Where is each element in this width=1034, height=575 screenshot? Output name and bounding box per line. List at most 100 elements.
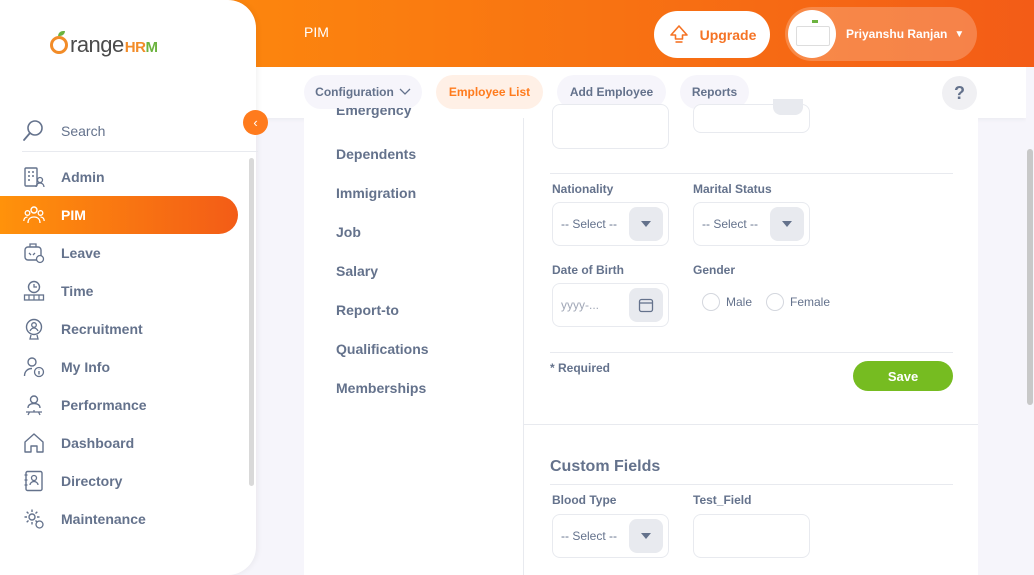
section-divider — [524, 424, 978, 425]
directory-icon — [22, 469, 46, 493]
nationality-label: Nationality — [552, 182, 614, 196]
performance-icon — [22, 393, 46, 417]
caret-down-icon — [641, 533, 651, 539]
search-label: Search — [61, 122, 106, 139]
sidebar-item-label: Dashboard — [61, 435, 135, 451]
sidebar-search[interactable]: Search — [22, 110, 258, 152]
date-of-birth-input[interactable]: yyyy-... — [552, 283, 669, 327]
sidebar-item-label: Maintenance — [61, 511, 146, 527]
avatar — [788, 10, 836, 58]
test-field-label: Test_Field — [693, 493, 752, 507]
search-icon — [23, 119, 43, 141]
custom-fields-title: Custom Fields — [550, 458, 661, 475]
sidebar-item-label: PIM — [61, 207, 86, 223]
help-button[interactable]: ? — [942, 76, 977, 110]
logo-hr: HR — [124, 39, 146, 56]
menu-item-immigration[interactable]: Immigration — [336, 185, 416, 201]
marital-status-label: Marital Status — [693, 182, 772, 196]
upgrade-button[interactable]: Upgrade — [654, 11, 770, 58]
blood-type-select[interactable]: -- Select -- — [552, 514, 669, 558]
leave-icon — [22, 241, 46, 265]
logo-m: M — [145, 39, 158, 56]
gender-female-radio[interactable]: Female — [766, 293, 830, 311]
sidebar-item-leave[interactable]: Leave — [0, 234, 256, 272]
sidebar-item-performance[interactable]: Performance — [0, 386, 256, 424]
gender-female-label: Female — [790, 295, 831, 309]
nationality-value: -- Select -- — [561, 217, 618, 231]
sidebar-nav: Admin PIM Leave Time Recruitment My Info… — [0, 158, 256, 538]
employee-section-menu: Emergency Contacts Dependents Immigratio… — [304, 108, 524, 575]
sidebar-item-admin[interactable]: Admin — [0, 158, 256, 196]
gender-male-label: Male — [726, 295, 753, 309]
sidebar-item-label: Recruitment — [61, 321, 143, 337]
blood-type-label: Blood Type — [552, 493, 617, 507]
sidebar-item-label: Admin — [61, 169, 105, 185]
radio-circle[interactable] — [702, 293, 720, 311]
dropdown-button[interactable] — [770, 207, 804, 241]
marital-status-value: -- Select -- — [702, 217, 759, 231]
menu-item-memberships[interactable]: Memberships — [336, 380, 426, 396]
dropdown-button[interactable] — [629, 207, 663, 241]
sidebar-collapse-button[interactable]: ‹ — [243, 110, 268, 135]
sidebar-item-directory[interactable]: Directory — [0, 462, 256, 500]
menu-item-salary[interactable]: Salary — [336, 263, 378, 279]
menu-item-qualifications[interactable]: Qualifications — [336, 341, 429, 357]
chevron-down-icon — [399, 88, 411, 95]
chevron-left-icon: ‹ — [253, 115, 258, 130]
required-note: * Required — [550, 361, 611, 375]
main-scrollbar[interactable] — [1026, 67, 1034, 575]
help-icon: ? — [954, 82, 965, 103]
calendar-icon — [638, 298, 654, 313]
tab-configuration[interactable]: Configuration — [304, 75, 422, 109]
menu-item-dependents[interactable]: Dependents — [336, 146, 416, 162]
menu-item-emergency-contacts[interactable]: Emergency Contacts — [336, 108, 416, 120]
upgrade-icon — [669, 24, 688, 43]
sidebar-item-label: My Info — [61, 359, 110, 375]
scrollbar-thumb[interactable] — [1027, 149, 1033, 405]
personal-details-form: Nationality -- Select -- Marital Status … — [524, 99, 978, 575]
divider — [550, 173, 953, 174]
chevron-down-icon: ▼ — [954, 28, 965, 40]
caret-down-icon — [782, 221, 792, 227]
save-button[interactable]: Save — [853, 361, 953, 391]
menu-item-job[interactable]: Job — [336, 224, 361, 240]
sidebar-scrollbar[interactable] — [249, 158, 254, 486]
orangehrm-logo[interactable]: range HRM — [50, 31, 158, 58]
radio-circle[interactable] — [766, 293, 784, 311]
user-name: Priyanshu Ranjan — [846, 27, 948, 41]
sidebar-item-my-info[interactable]: My Info — [0, 348, 256, 386]
sidebar-item-pim[interactable]: PIM — [0, 196, 238, 234]
sidebar-item-dashboard[interactable]: Dashboard — [0, 424, 256, 462]
gender-male-radio[interactable]: Male — [702, 293, 752, 311]
dropdown-button[interactable] — [629, 519, 663, 553]
partial-input-1[interactable] — [552, 104, 669, 149]
employee-details-card: Emergency Contacts Dependents Immigratio… — [304, 99, 978, 575]
dashboard-icon — [22, 431, 46, 455]
user-dropdown[interactable]: Priyanshu Ranjan ▼ — [785, 7, 977, 61]
maintenance-icon — [22, 507, 46, 531]
tab-label: Employee List — [448, 85, 531, 99]
caret-down-icon — [641, 221, 651, 227]
marital-status-select[interactable]: -- Select -- — [693, 202, 810, 246]
menu-item-report-to[interactable]: Report-to — [336, 302, 399, 318]
tab-label: Configuration — [315, 85, 394, 99]
admin-icon — [22, 165, 46, 189]
pim-icon — [22, 203, 46, 227]
gender-label: Gender — [693, 263, 736, 277]
sidebar-item-time[interactable]: Time — [0, 272, 256, 310]
sidebar-item-maintenance[interactable]: Maintenance — [0, 500, 256, 538]
divider — [550, 352, 953, 353]
recruitment-icon — [22, 317, 46, 341]
time-icon — [22, 279, 46, 303]
divider — [550, 484, 953, 485]
logo-text: range — [70, 32, 124, 57]
calendar-button[interactable] — [629, 288, 663, 322]
partial-input-2[interactable] — [693, 99, 810, 133]
my-info-icon — [22, 355, 46, 379]
nationality-select[interactable]: -- Select -- — [552, 202, 669, 246]
test-field-input[interactable] — [693, 514, 810, 558]
tab-employee-list[interactable]: Employee List — [436, 75, 543, 109]
blood-type-value: -- Select -- — [561, 529, 618, 543]
sidebar-item-recruitment[interactable]: Recruitment — [0, 310, 256, 348]
sidebar-item-label: Performance — [61, 397, 147, 413]
